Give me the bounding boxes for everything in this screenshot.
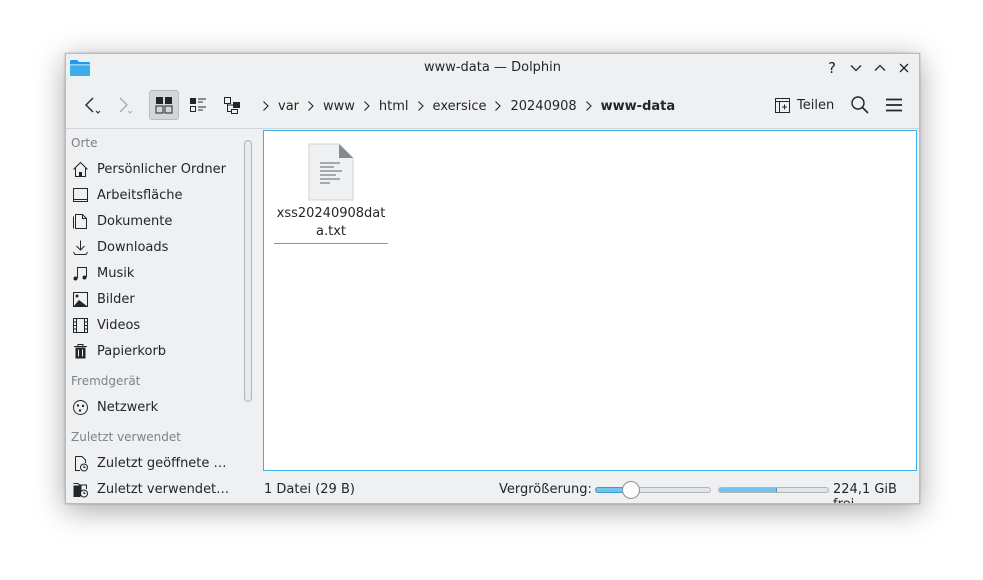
sidebar-item-home[interactable]: Persönlicher Ordner	[72, 158, 236, 180]
breadcrumb: var www html exersice 20240908 www-data	[254, 98, 675, 114]
tree-view-button[interactable]	[217, 90, 247, 120]
status-info: 1 Datei (29 B)	[264, 482, 355, 497]
breadcrumb-item-exersice[interactable]: exersice	[433, 99, 487, 114]
breadcrumb-separator-icon	[489, 99, 507, 113]
breadcrumb-item-var[interactable]: var	[278, 99, 299, 114]
view-icons-icon	[155, 97, 173, 114]
network-icon	[73, 399, 88, 415]
chevron-down-icon	[850, 65, 862, 72]
icons-view-button[interactable]	[149, 90, 179, 120]
sidebar-item-trash[interactable]: Papierkorb	[72, 340, 236, 362]
sidebar-item-desktop[interactable]: Arbeitsfläche	[72, 184, 236, 206]
free-space-bar	[718, 487, 829, 493]
free-space-text: 224,1 GiB frei	[833, 482, 897, 503]
breadcrumb-separator-icon	[580, 99, 598, 113]
maximize-button[interactable]	[870, 58, 890, 78]
details-view-button[interactable]	[183, 90, 213, 120]
sidebar-item-videos[interactable]: Videos	[72, 314, 236, 336]
pictures-icon	[73, 291, 88, 307]
minimize-button[interactable]	[846, 58, 866, 78]
sidebar-item-downloads[interactable]: Downloads	[72, 236, 236, 258]
title-bar[interactable]: www-data — Dolphin ?	[66, 54, 919, 82]
places-panel: Orte Persönlicher Ordner Arbeitsfläche D…	[66, 129, 238, 503]
remote-heading: Fremdgerät	[71, 374, 141, 388]
home-icon	[73, 161, 88, 177]
status-bar: 1 Datei (29 B) Vergrößerung: 224,1 GiB f…	[66, 477, 919, 503]
text-file-icon	[308, 143, 354, 201]
places-heading: Orte	[71, 136, 98, 150]
file-view[interactable]: xss20240908data.txt	[263, 130, 917, 471]
chevron-up-icon	[874, 64, 886, 71]
file-name: xss20240908data.txt	[274, 205, 388, 244]
close-icon	[899, 63, 909, 73]
window-title: www-data — Dolphin	[423, 60, 562, 75]
download-icon	[73, 240, 88, 255]
sidebar-item-pictures[interactable]: Bilder	[72, 288, 236, 310]
hamburger-menu-icon[interactable]	[884, 95, 904, 115]
breadcrumb-separator-icon	[302, 99, 320, 113]
zoom-slider[interactable]	[595, 481, 711, 499]
breadcrumb-separator-icon	[412, 99, 430, 113]
view-tree-icon	[224, 97, 240, 114]
share-icon	[775, 97, 790, 113]
breadcrumb-item-www[interactable]: www	[323, 99, 355, 114]
close-button[interactable]	[894, 58, 914, 78]
dolphin-window: www-data — Dolphin ? var www html exersi…	[65, 53, 920, 504]
desktop-icon	[73, 187, 88, 202]
sidebar-item-network[interactable]: Netzwerk	[72, 396, 236, 418]
breadcrumb-item-html[interactable]: html	[379, 99, 409, 114]
breadcrumb-item-20240908[interactable]: 20240908	[510, 99, 576, 114]
breadcrumb-current-folder[interactable]: www-data	[601, 99, 676, 114]
help-button[interactable]: ?	[822, 58, 842, 78]
sidebar-scrollbar[interactable]	[244, 140, 252, 402]
view-details-icon	[190, 98, 206, 112]
forward-arrow-icon	[119, 97, 133, 114]
sidebar-item-documents[interactable]: Dokumente	[72, 210, 236, 232]
file-item[interactable]: xss20240908data.txt	[274, 143, 388, 244]
videos-icon	[73, 317, 88, 333]
trash-icon	[74, 343, 87, 358]
breadcrumb-separator-icon	[257, 99, 275, 113]
breadcrumb-separator-icon	[358, 99, 376, 113]
help-icon: ?	[828, 59, 836, 77]
documents-icon	[73, 213, 87, 229]
back-button[interactable]	[76, 90, 106, 120]
zoom-handle[interactable]	[622, 481, 641, 499]
search-icon[interactable]	[850, 95, 870, 115]
recent-files-icon	[75, 455, 88, 471]
recent-heading: Zuletzt verwendet	[71, 430, 181, 444]
share-button[interactable]: Teilen	[774, 94, 834, 116]
share-label: Teilen	[797, 97, 835, 113]
sidebar-item-recent-files[interactable]: Zuletzt geöffnete Dateien	[72, 452, 236, 474]
music-icon	[73, 266, 87, 280]
sidebar-item-music[interactable]: Musik	[72, 262, 236, 284]
zoom-label: Vergrößerung:	[499, 482, 592, 497]
forward-button[interactable]	[108, 90, 138, 120]
toolbar: var www html exersice 20240908 www-data …	[66, 82, 919, 129]
back-arrow-icon	[85, 97, 101, 114]
space-used-fill	[719, 488, 777, 492]
